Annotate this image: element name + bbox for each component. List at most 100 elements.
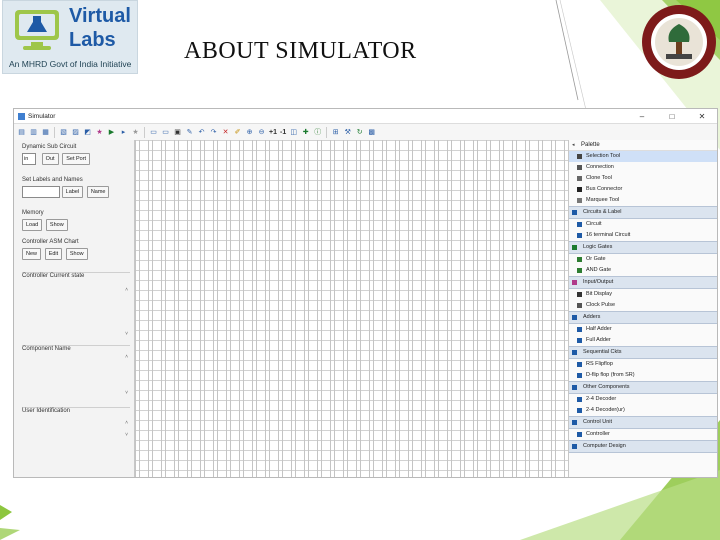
label-button[interactable]: Label: [61, 186, 84, 198]
close-button[interactable]: ✕: [687, 112, 717, 121]
toolbar-separator: [144, 126, 145, 138]
palette-item[interactable]: Connection: [569, 162, 717, 173]
palette-row-label: RS Flipflop: [586, 361, 613, 367]
user-identification-area: User Identification ˄ ˅: [22, 407, 130, 468]
palette-list: Selection Tool Connection Clone Tool Bus Co…: [569, 151, 717, 453]
palette-item[interactable]: AND Gate: [569, 265, 717, 276]
palette-drawer[interactable]: Control Unit: [569, 416, 717, 429]
circuit-icon: [572, 210, 577, 215]
palette-item[interactable]: Or Gate: [569, 254, 717, 265]
undo-icon[interactable]: ↶: [197, 128, 206, 137]
scroll-down-icon[interactable]: ˅: [125, 390, 128, 396]
memory-group: Memory Load Show: [22, 210, 70, 231]
chart-icon[interactable]: ◩: [83, 128, 92, 137]
palette-item[interactable]: Controller: [569, 429, 717, 440]
palette-item[interactable]: Marquee Tool: [569, 195, 717, 206]
flipflop-icon: [577, 362, 582, 367]
asm-new-button[interactable]: New: [22, 248, 42, 260]
palette-item[interactable]: 2-4 Decoder(ur): [569, 405, 717, 416]
in-field[interactable]: in: [22, 153, 36, 165]
palette-item[interactable]: 2-4 Decoder: [569, 394, 717, 405]
select-icon[interactable]: ✐: [233, 128, 242, 137]
delete-icon[interactable]: ✕: [221, 128, 230, 137]
controller-icon: [577, 432, 582, 437]
label-name-input[interactable]: [22, 186, 60, 198]
palette-row-label: Connection: [586, 164, 614, 170]
palette-item[interactable]: Half Adder: [569, 324, 717, 335]
print-icon[interactable]: ▨: [71, 128, 80, 137]
new-icon[interactable]: ▤: [17, 128, 26, 137]
palette-item[interactable]: Clone Tool: [569, 173, 717, 184]
palette-item[interactable]: 16 terminal Circuit: [569, 230, 717, 241]
memory-show-button[interactable]: Show: [45, 219, 68, 231]
redo-icon[interactable]: ↷: [209, 128, 218, 137]
palette-drawer[interactable]: Adders: [569, 311, 717, 324]
scroll-down-icon[interactable]: ˅: [125, 432, 128, 438]
controller-asm-label: Controller ASM Chart: [22, 239, 79, 245]
pointer-icon: [577, 154, 582, 159]
star-outline-icon[interactable]: ★: [131, 128, 140, 137]
gate-icon: [572, 245, 577, 250]
palette-drawer[interactable]: Computer Design: [569, 440, 717, 453]
logo-tagline: An MHRD Govt of India Initiative: [9, 59, 132, 69]
component-icon[interactable]: ▩: [367, 128, 376, 137]
window-titlebar: Simulator – □ ✕: [14, 109, 717, 124]
zoom-in-icon[interactable]: ⊕: [245, 128, 254, 137]
design-canvas[interactable]: [135, 140, 569, 477]
scroll-up-icon[interactable]: ˄: [125, 354, 128, 360]
maximize-button[interactable]: □: [657, 112, 687, 121]
tools-icon[interactable]: ⚒: [343, 128, 352, 137]
memory-load-button[interactable]: Load: [22, 219, 43, 231]
asm-edit-button[interactable]: Edit: [44, 248, 63, 260]
connect-icon[interactable]: ✚: [301, 128, 310, 137]
palette-item[interactable]: Circuit: [569, 219, 717, 230]
open-icon[interactable]: ▥: [29, 128, 38, 137]
palette-item[interactable]: Full Adder: [569, 335, 717, 346]
layout2-icon[interactable]: ▭: [161, 128, 170, 137]
palette-drawer[interactable]: Sequential Ckts: [569, 346, 717, 359]
layout-icon[interactable]: ▭: [149, 128, 158, 137]
zoom-out-icon[interactable]: ⊖: [257, 128, 266, 137]
controller-state-area: Controller Current state ˄ ˅: [22, 272, 130, 343]
circuit-icon: [577, 222, 582, 227]
scroll-up-icon[interactable]: ˄: [125, 420, 128, 426]
plus-one-button[interactable]: +1: [269, 129, 277, 136]
align-icon[interactable]: ⊞: [331, 128, 340, 137]
scroll-down-icon[interactable]: ˅: [125, 331, 128, 337]
chevron-left-icon[interactable]: ◂: [572, 140, 575, 150]
set-port-button[interactable]: Set Port: [62, 153, 91, 165]
grid-icon[interactable]: ▣: [173, 128, 182, 137]
logo-text-virtual: Virtual: [69, 5, 131, 27]
palette-row-label: Clone Tool: [586, 175, 612, 181]
export-icon[interactable]: ▧: [59, 128, 68, 137]
palette-drawer[interactable]: Circuits & Label: [569, 206, 717, 219]
decoder-icon: [577, 397, 582, 402]
palette-drawer[interactable]: Logic Gates: [569, 241, 717, 254]
edit-icon[interactable]: ✎: [185, 128, 194, 137]
palette-item[interactable]: D-flip flop (from SR): [569, 370, 717, 381]
name-button[interactable]: Name: [86, 186, 110, 198]
palette-item[interactable]: RS Flipflop: [569, 359, 717, 370]
run-icon[interactable]: ▶: [107, 128, 116, 137]
palette-drawer[interactable]: Other Components: [569, 381, 717, 394]
palette-item[interactable]: Bit Display: [569, 289, 717, 300]
star-icon[interactable]: ★: [95, 128, 104, 137]
step-icon[interactable]: ▸: [119, 128, 128, 137]
palette-drawer[interactable]: Input/Output: [569, 276, 717, 289]
scroll-up-icon[interactable]: ˄: [125, 287, 128, 293]
palette-item[interactable]: Bus Connector: [569, 184, 717, 195]
asm-show-button[interactable]: Show: [65, 248, 88, 260]
component-name-label: Component Name: [22, 346, 71, 352]
palette-item[interactable]: Selection Tool: [569, 151, 717, 162]
info-icon[interactable]: ⓘ: [313, 128, 322, 137]
layout3-icon[interactable]: ◫: [289, 128, 298, 137]
out-button[interactable]: Out: [41, 153, 59, 165]
refresh-icon[interactable]: ↻: [355, 128, 364, 137]
minimize-button[interactable]: –: [627, 112, 657, 121]
palette-item[interactable]: Clock Pulse: [569, 300, 717, 311]
component-name-area: Component Name ˄ ˅: [22, 345, 130, 406]
save-icon[interactable]: ▦: [41, 128, 50, 137]
palette-row-label: Computer Design: [583, 443, 626, 449]
minus-one-button[interactable]: -1: [280, 129, 286, 136]
logo-text-labs: Labs: [69, 29, 116, 51]
